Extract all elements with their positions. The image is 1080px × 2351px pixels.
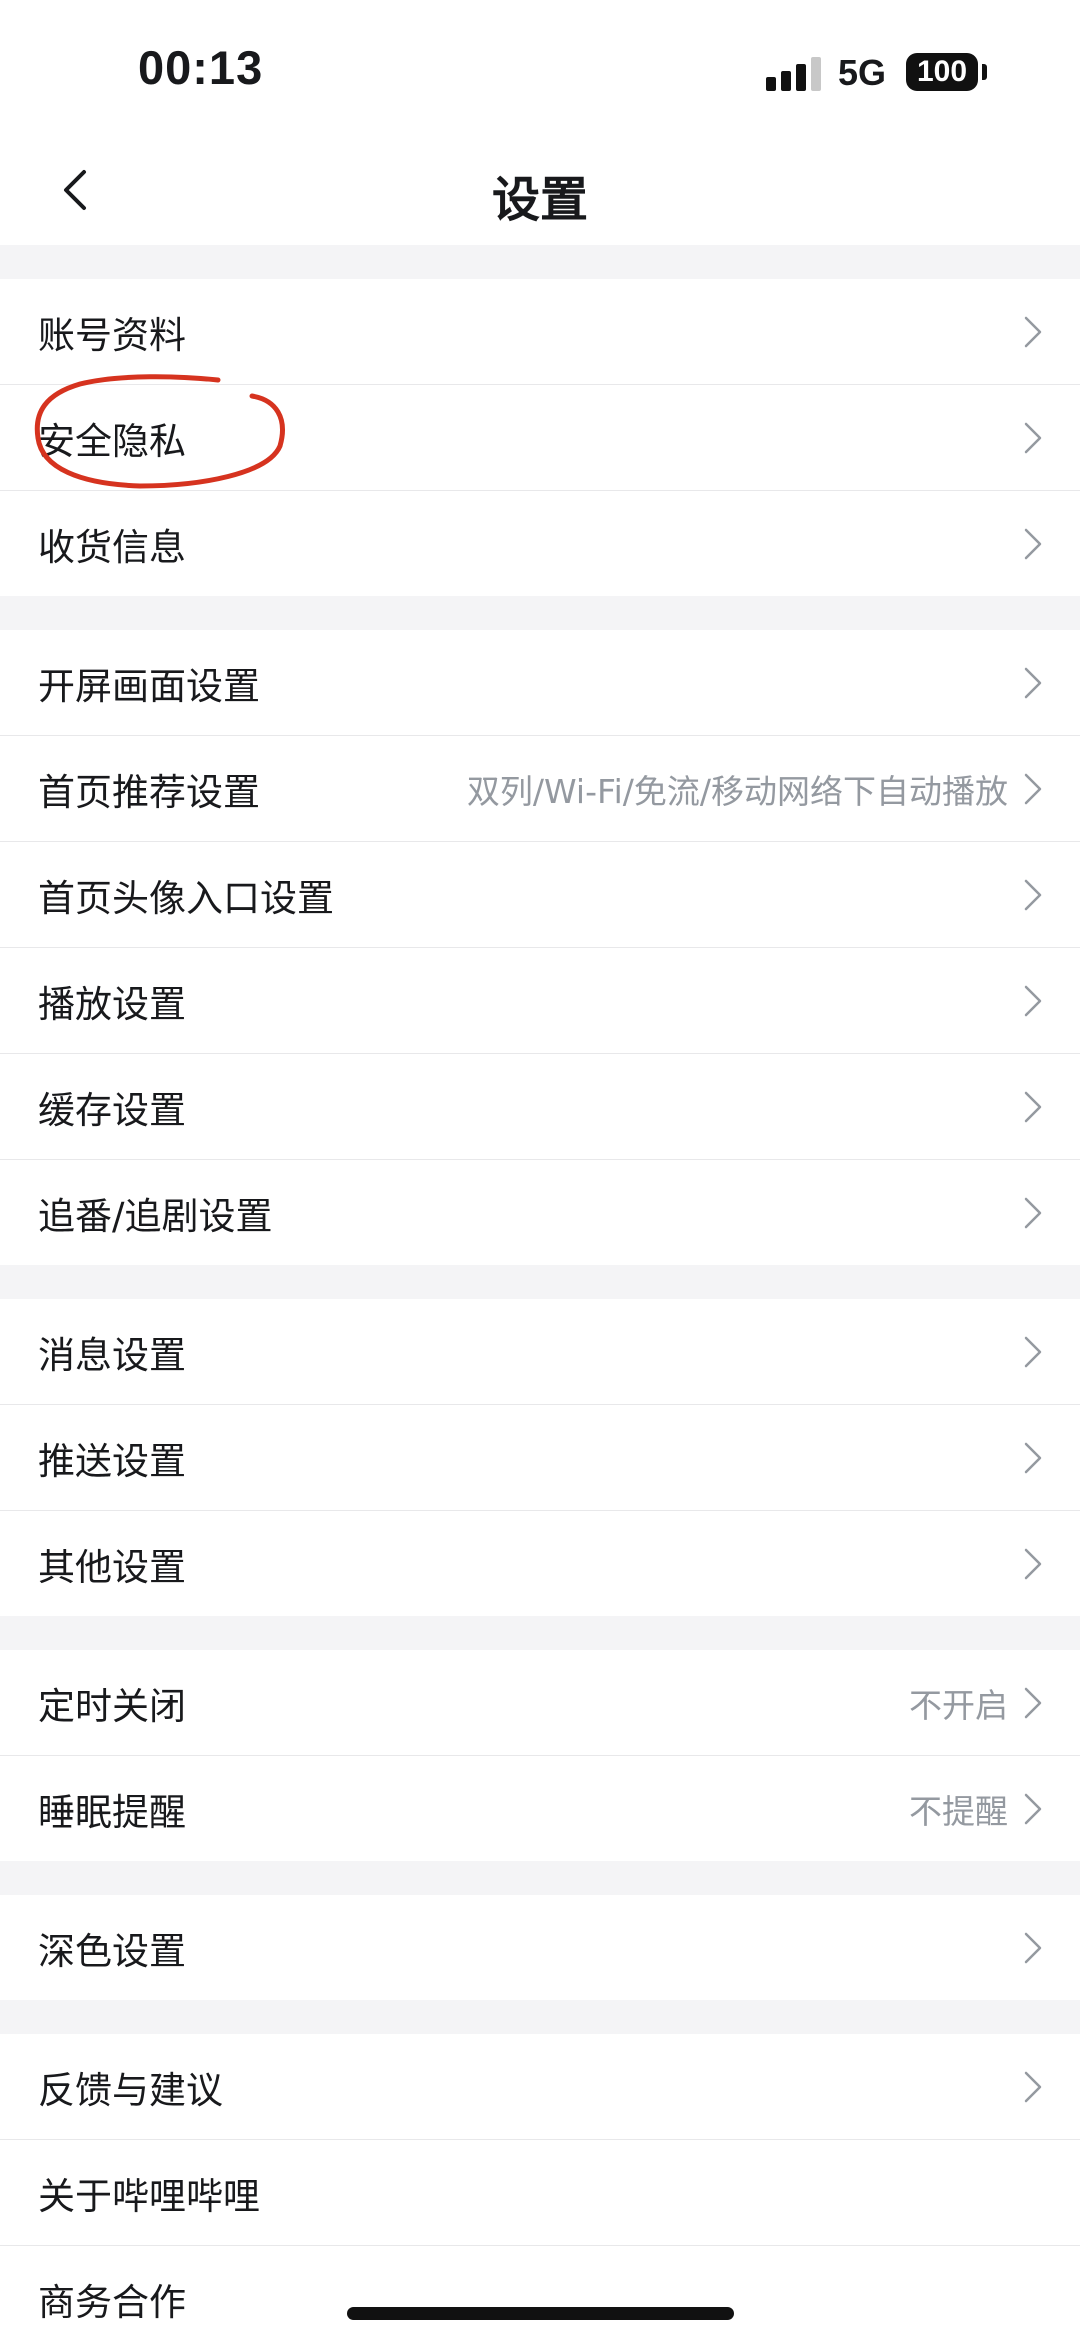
status-time: 00:13 — [138, 41, 264, 94]
settings-list: 账号资料 安全隐私 收货信息 开屏画面设置 首页推荐设置 双列/Wi-Fi/免流… — [0, 245, 1080, 2351]
settings-row-push[interactable]: 推送设置 — [0, 1405, 1080, 1511]
row-label: 缓存设置 — [38, 1088, 186, 1132]
nav-bar: 设置 — [0, 140, 1080, 245]
settings-row-sleep-reminder[interactable]: 睡眠提醒 不提醒 — [0, 1756, 1080, 1861]
battery-level: 100 — [916, 55, 968, 88]
settings-row-account-info[interactable]: 账号资料 — [0, 279, 1080, 385]
row-label: 安全隐私 — [38, 419, 186, 463]
chevron-right-icon — [1024, 1932, 1042, 1963]
settings-row-splash-screen[interactable]: 开屏画面设置 — [0, 630, 1080, 736]
row-label: 收货信息 — [38, 525, 186, 569]
row-label: 账号资料 — [38, 313, 186, 357]
network-label: 5G — [838, 52, 887, 93]
settings-group-about: 反馈与建议 关于哔哩哔哩 商务合作 — [0, 2034, 1080, 2351]
settings-row-timed-close[interactable]: 定时关闭 不开启 — [0, 1650, 1080, 1756]
settings-row-messages[interactable]: 消息设置 — [0, 1299, 1080, 1405]
chevron-right-icon — [1024, 1687, 1042, 1718]
row-label: 定时关闭 — [38, 1684, 186, 1728]
chevron-right-icon — [1024, 1091, 1042, 1122]
settings-row-cache[interactable]: 缓存设置 — [0, 1054, 1080, 1160]
settings-group-timers: 定时关闭 不开启 睡眠提醒 不提醒 — [0, 1650, 1080, 1861]
chevron-right-icon — [1024, 1197, 1042, 1228]
settings-row-shipping-info[interactable]: 收货信息 — [0, 491, 1080, 596]
row-value: 不提醒 — [909, 1791, 1008, 1831]
row-label: 追番/追剧设置 — [38, 1194, 273, 1238]
settings-row-home-recommend[interactable]: 首页推荐设置 双列/Wi-Fi/免流/移动网络下自动播放 — [0, 736, 1080, 842]
home-indicator[interactable] — [347, 2307, 734, 2320]
status-bar: 00:13 5G 100 — [0, 0, 1080, 140]
row-value: 不开启 — [909, 1685, 1008, 1725]
row-label: 反馈与建议 — [38, 2068, 223, 2112]
chevron-right-icon — [1024, 1793, 1042, 1824]
chevron-right-icon — [1024, 1442, 1042, 1473]
chevron-right-icon — [1024, 773, 1042, 804]
settings-row-feedback[interactable]: 反馈与建议 — [0, 2034, 1080, 2140]
settings-group-display: 开屏画面设置 首页推荐设置 双列/Wi-Fi/免流/移动网络下自动播放 首页头像… — [0, 630, 1080, 1265]
chevron-right-icon — [1024, 667, 1042, 698]
row-label: 播放设置 — [38, 982, 186, 1026]
settings-row-home-avatar-entry[interactable]: 首页头像入口设置 — [0, 842, 1080, 948]
settings-group-account: 账号资料 安全隐私 收货信息 — [0, 279, 1080, 596]
battery-icon: 100 — [906, 53, 978, 91]
row-label: 商务合作 — [38, 2280, 186, 2324]
row-label: 推送设置 — [38, 1439, 186, 1483]
row-label: 开屏画面设置 — [38, 664, 260, 708]
page-title: 设置 — [491, 172, 588, 228]
settings-row-about-bilibili[interactable]: 关于哔哩哔哩 — [0, 2140, 1080, 2246]
settings-row-business[interactable]: 商务合作 — [0, 2246, 1080, 2351]
chevron-right-icon — [1024, 2071, 1042, 2102]
settings-row-dark-mode[interactable]: 深色设置 — [0, 1895, 1080, 2000]
settings-row-security-privacy[interactable]: 安全隐私 — [0, 385, 1080, 491]
chevron-right-icon — [1024, 422, 1042, 453]
row-label: 深色设置 — [38, 1929, 186, 1973]
settings-row-follow-series[interactable]: 追番/追剧设置 — [0, 1160, 1080, 1265]
chevron-right-icon — [1024, 528, 1042, 559]
row-label: 睡眠提醒 — [38, 1790, 186, 1834]
settings-row-playback[interactable]: 播放设置 — [0, 948, 1080, 1054]
settings-row-other[interactable]: 其他设置 — [0, 1511, 1080, 1616]
signal-icon — [766, 57, 822, 91]
chevron-right-icon — [1024, 1336, 1042, 1367]
settings-group-dark-mode: 深色设置 — [0, 1895, 1080, 2000]
chevron-right-icon — [1024, 316, 1042, 347]
chevron-right-icon — [1024, 879, 1042, 910]
row-label: 首页推荐设置 — [38, 770, 260, 814]
row-value: 双列/Wi-Fi/免流/移动网络下自动播放 — [466, 771, 1008, 811]
row-label: 关于哔哩哔哩 — [38, 2174, 260, 2218]
chevron-right-icon — [1024, 985, 1042, 1016]
settings-group-notifications: 消息设置 推送设置 其他设置 — [0, 1299, 1080, 1616]
row-label: 消息设置 — [38, 1333, 186, 1377]
battery-cap — [982, 64, 987, 80]
row-label: 首页头像入口设置 — [38, 876, 334, 920]
chevron-right-icon — [1024, 1548, 1042, 1579]
row-label: 其他设置 — [38, 1545, 186, 1589]
